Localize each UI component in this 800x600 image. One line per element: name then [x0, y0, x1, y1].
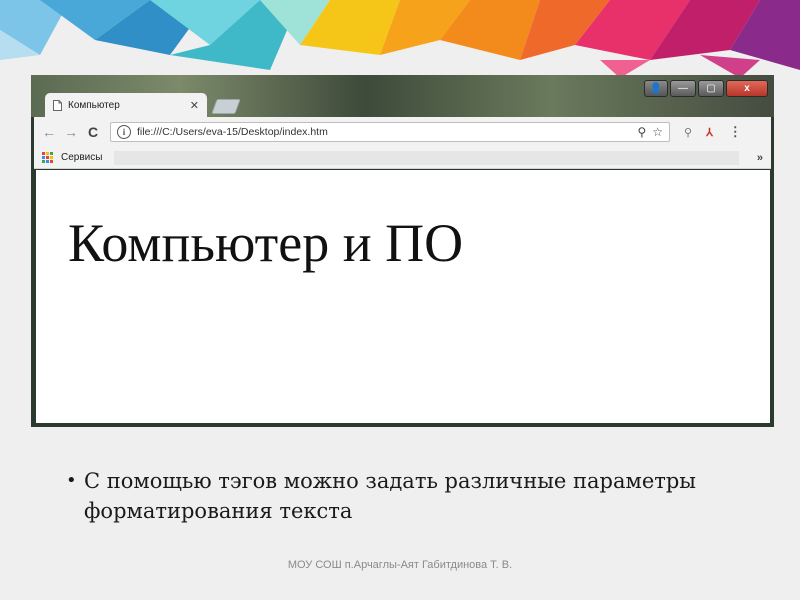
url-text[interactable]: file:///C:/Users/eva-15/Desktop/index.ht…	[137, 126, 631, 138]
window-controls: 👤 — ▢ x	[644, 80, 768, 97]
bullet-item: С помощью тэгов можно задать различные п…	[66, 466, 756, 526]
bookmarks-bar: Сервисы »	[34, 147, 771, 169]
more-bookmarks-icon[interactable]: »	[757, 152, 763, 164]
maximize-button[interactable]: ▢	[698, 80, 724, 97]
bookmark-star-icon[interactable]: ☆	[652, 125, 663, 139]
forward-arrow-icon[interactable]: →	[62, 124, 80, 140]
page-icon	[53, 99, 62, 111]
decorative-header-polygons	[0, 0, 800, 78]
minimize-button[interactable]: —	[670, 80, 696, 97]
search-extension-icon[interactable]: ⚲	[684, 126, 692, 139]
back-arrow-icon[interactable]: ←	[40, 124, 58, 140]
apps-grid-icon[interactable]	[42, 152, 53, 163]
bookmarks-empty-area	[114, 150, 739, 165]
browser-screenshot: 👤 — ▢ x Компьютер ✕ ← → C i file:///C:/U…	[31, 75, 774, 427]
apps-bookmark-label[interactable]: Сервисы	[61, 152, 102, 163]
page-content: Компьютер и ПО	[36, 170, 770, 423]
reload-icon[interactable]: C	[84, 124, 102, 140]
info-icon[interactable]: i	[117, 125, 131, 139]
pdf-extension-icon[interactable]: ⅄	[706, 126, 713, 139]
address-bar[interactable]: i file:///C:/Users/eva-15/Desktop/index.…	[110, 122, 670, 142]
slide-bullet-list: С помощью тэгов можно задать различные п…	[66, 466, 756, 526]
user-icon[interactable]: 👤	[644, 80, 668, 97]
close-window-button[interactable]: x	[726, 80, 768, 97]
browser-menu-icon[interactable]: ⋮	[729, 124, 742, 140]
slide-footer: МОУ СОШ п.Арчаглы-Аят Габитдинова Т. В.	[287, 559, 513, 571]
browser-toolbar: ← → C i file:///C:/Users/eva-15/Desktop/…	[34, 117, 771, 147]
zoom-icon[interactable]: ⚲	[637, 125, 646, 139]
tab-title: Компьютер	[68, 99, 120, 111]
browser-tab[interactable]: Компьютер ✕	[45, 93, 207, 117]
page-heading: Компьютер и ПО	[68, 213, 464, 273]
tab-close-icon[interactable]: ✕	[190, 99, 199, 112]
